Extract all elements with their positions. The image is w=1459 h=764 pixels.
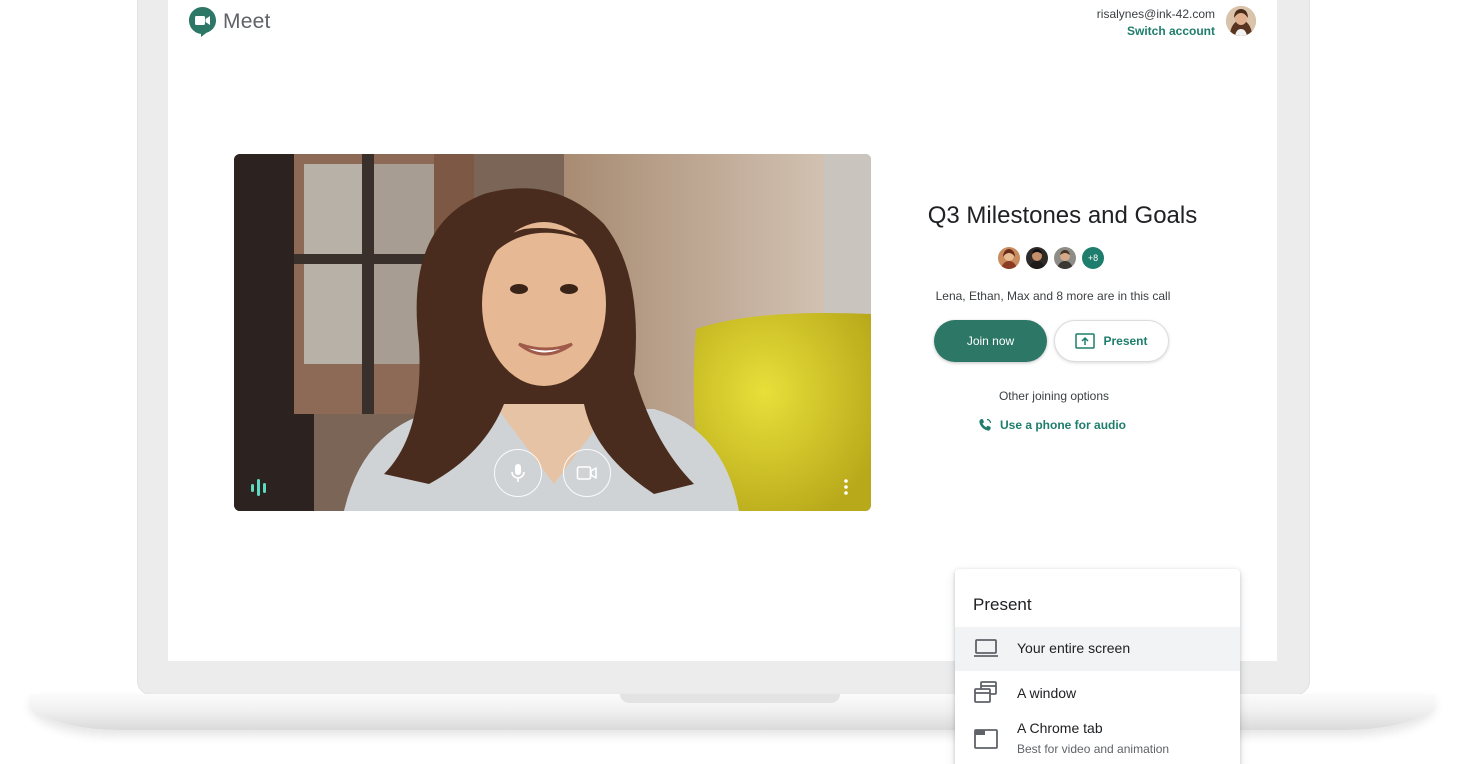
- participant-avatar: [998, 247, 1020, 269]
- meeting-title: Q3 Milestones and Goals: [927, 202, 1198, 229]
- account-info: risalynes@ink-42.com Switch account: [1097, 6, 1215, 40]
- other-joining-options-heading: Other joining options: [998, 389, 1110, 403]
- present-option-label: A window: [1017, 685, 1077, 701]
- join-now-label: Join now: [966, 334, 1015, 348]
- participant-avatar: [1054, 247, 1076, 269]
- present-menu: Present Your entire screen A window A Ch: [955, 569, 1240, 764]
- camera-icon: [576, 466, 597, 480]
- mic-icon: [511, 464, 525, 482]
- meet-logo-icon: [189, 7, 216, 37]
- microphone-toggle-button[interactable]: [494, 449, 542, 497]
- meet-logo[interactable]: Meet: [188, 6, 271, 38]
- account-avatar[interactable]: [1226, 6, 1256, 36]
- present-button[interactable]: Present: [1054, 320, 1169, 362]
- present-option-label: A Chrome tab: [1017, 720, 1103, 736]
- camera-feed: [234, 154, 871, 511]
- window-icon: [974, 681, 997, 703]
- present-window-option[interactable]: A window: [955, 671, 1240, 715]
- switch-account-link[interactable]: Switch account: [1097, 22, 1215, 40]
- account-email: risalynes@ink-42.com: [1096, 7, 1215, 21]
- in-call-summary: Lena, Ethan, Max and 8 more are in this …: [935, 289, 1171, 303]
- more-options-button[interactable]: [838, 476, 854, 498]
- participant-avatars: +8: [998, 247, 1104, 269]
- phone-audio-label: Use a phone for audio: [1000, 418, 1127, 432]
- present-chrome-tab-option[interactable]: A Chrome tab Best for video and animatio…: [955, 715, 1240, 764]
- laptop-notch: [620, 694, 840, 703]
- more-vert-icon: [844, 479, 848, 495]
- present-screen-icon: [1075, 333, 1096, 349]
- audio-level-icon: [250, 478, 268, 501]
- laptop-icon: [974, 639, 998, 657]
- present-menu-title: Present: [973, 595, 1032, 614]
- present-option-subtitle: Best for video and animation: [1017, 742, 1170, 756]
- camera-toggle-button[interactable]: [563, 449, 611, 497]
- present-option-label: Your entire screen: [1017, 640, 1131, 656]
- phone-audio-link[interactable]: Use a phone for audio: [978, 418, 1126, 432]
- present-label: Present: [1103, 334, 1148, 348]
- present-entire-screen-option[interactable]: Your entire screen: [955, 627, 1240, 671]
- stage: Meet risalynes@ink-42.com Switch account: [0, 0, 1459, 764]
- participant-avatar: [1026, 247, 1048, 269]
- more-participants-badge: +8: [1082, 247, 1104, 269]
- chrome-tab-icon: [974, 729, 998, 749]
- app-name: Meet: [223, 10, 271, 33]
- phone-icon: [979, 418, 992, 431]
- avatar-photo: [1226, 6, 1256, 36]
- self-video-preview: [234, 154, 871, 511]
- join-now-button[interactable]: Join now: [934, 320, 1047, 362]
